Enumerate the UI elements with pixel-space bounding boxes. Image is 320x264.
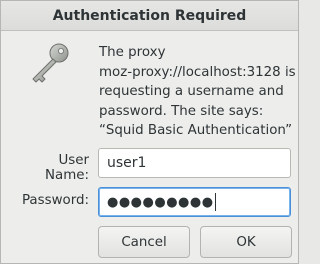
key-icon	[32, 43, 69, 83]
password-label: Password:	[21, 193, 89, 208]
auth-message: The proxy moz-proxy://localhost:3128 is …	[99, 43, 296, 141]
cancel-button-label: Cancel	[121, 234, 167, 250]
username-value: user1	[107, 155, 147, 171]
username-input[interactable]: user1	[98, 148, 291, 178]
ok-button[interactable]: OK	[200, 226, 292, 258]
dialog-title: Authentication Required	[52, 7, 247, 24]
cancel-button[interactable]: Cancel	[98, 226, 190, 258]
password-value: ●●●●●●●●●	[107, 194, 214, 210]
password-input[interactable]: ●●●●●●●●●	[98, 187, 291, 217]
auth-dialog: Authentication Required The proxy moz-pr…	[0, 0, 299, 264]
dialog-titlebar[interactable]: Authentication Required	[1, 1, 298, 31]
message-line: “Squid Basic Authentication”	[99, 123, 293, 138]
message-line: The proxy	[99, 45, 166, 60]
ok-button-label: OK	[236, 234, 256, 250]
username-label: User Name:	[44, 153, 89, 183]
message-line: password. The site says:	[99, 103, 264, 119]
message-line: requesting a username and	[99, 84, 284, 99]
message-line: moz-proxy://localhost:3128 is	[99, 64, 296, 80]
text-caret	[214, 193, 216, 211]
